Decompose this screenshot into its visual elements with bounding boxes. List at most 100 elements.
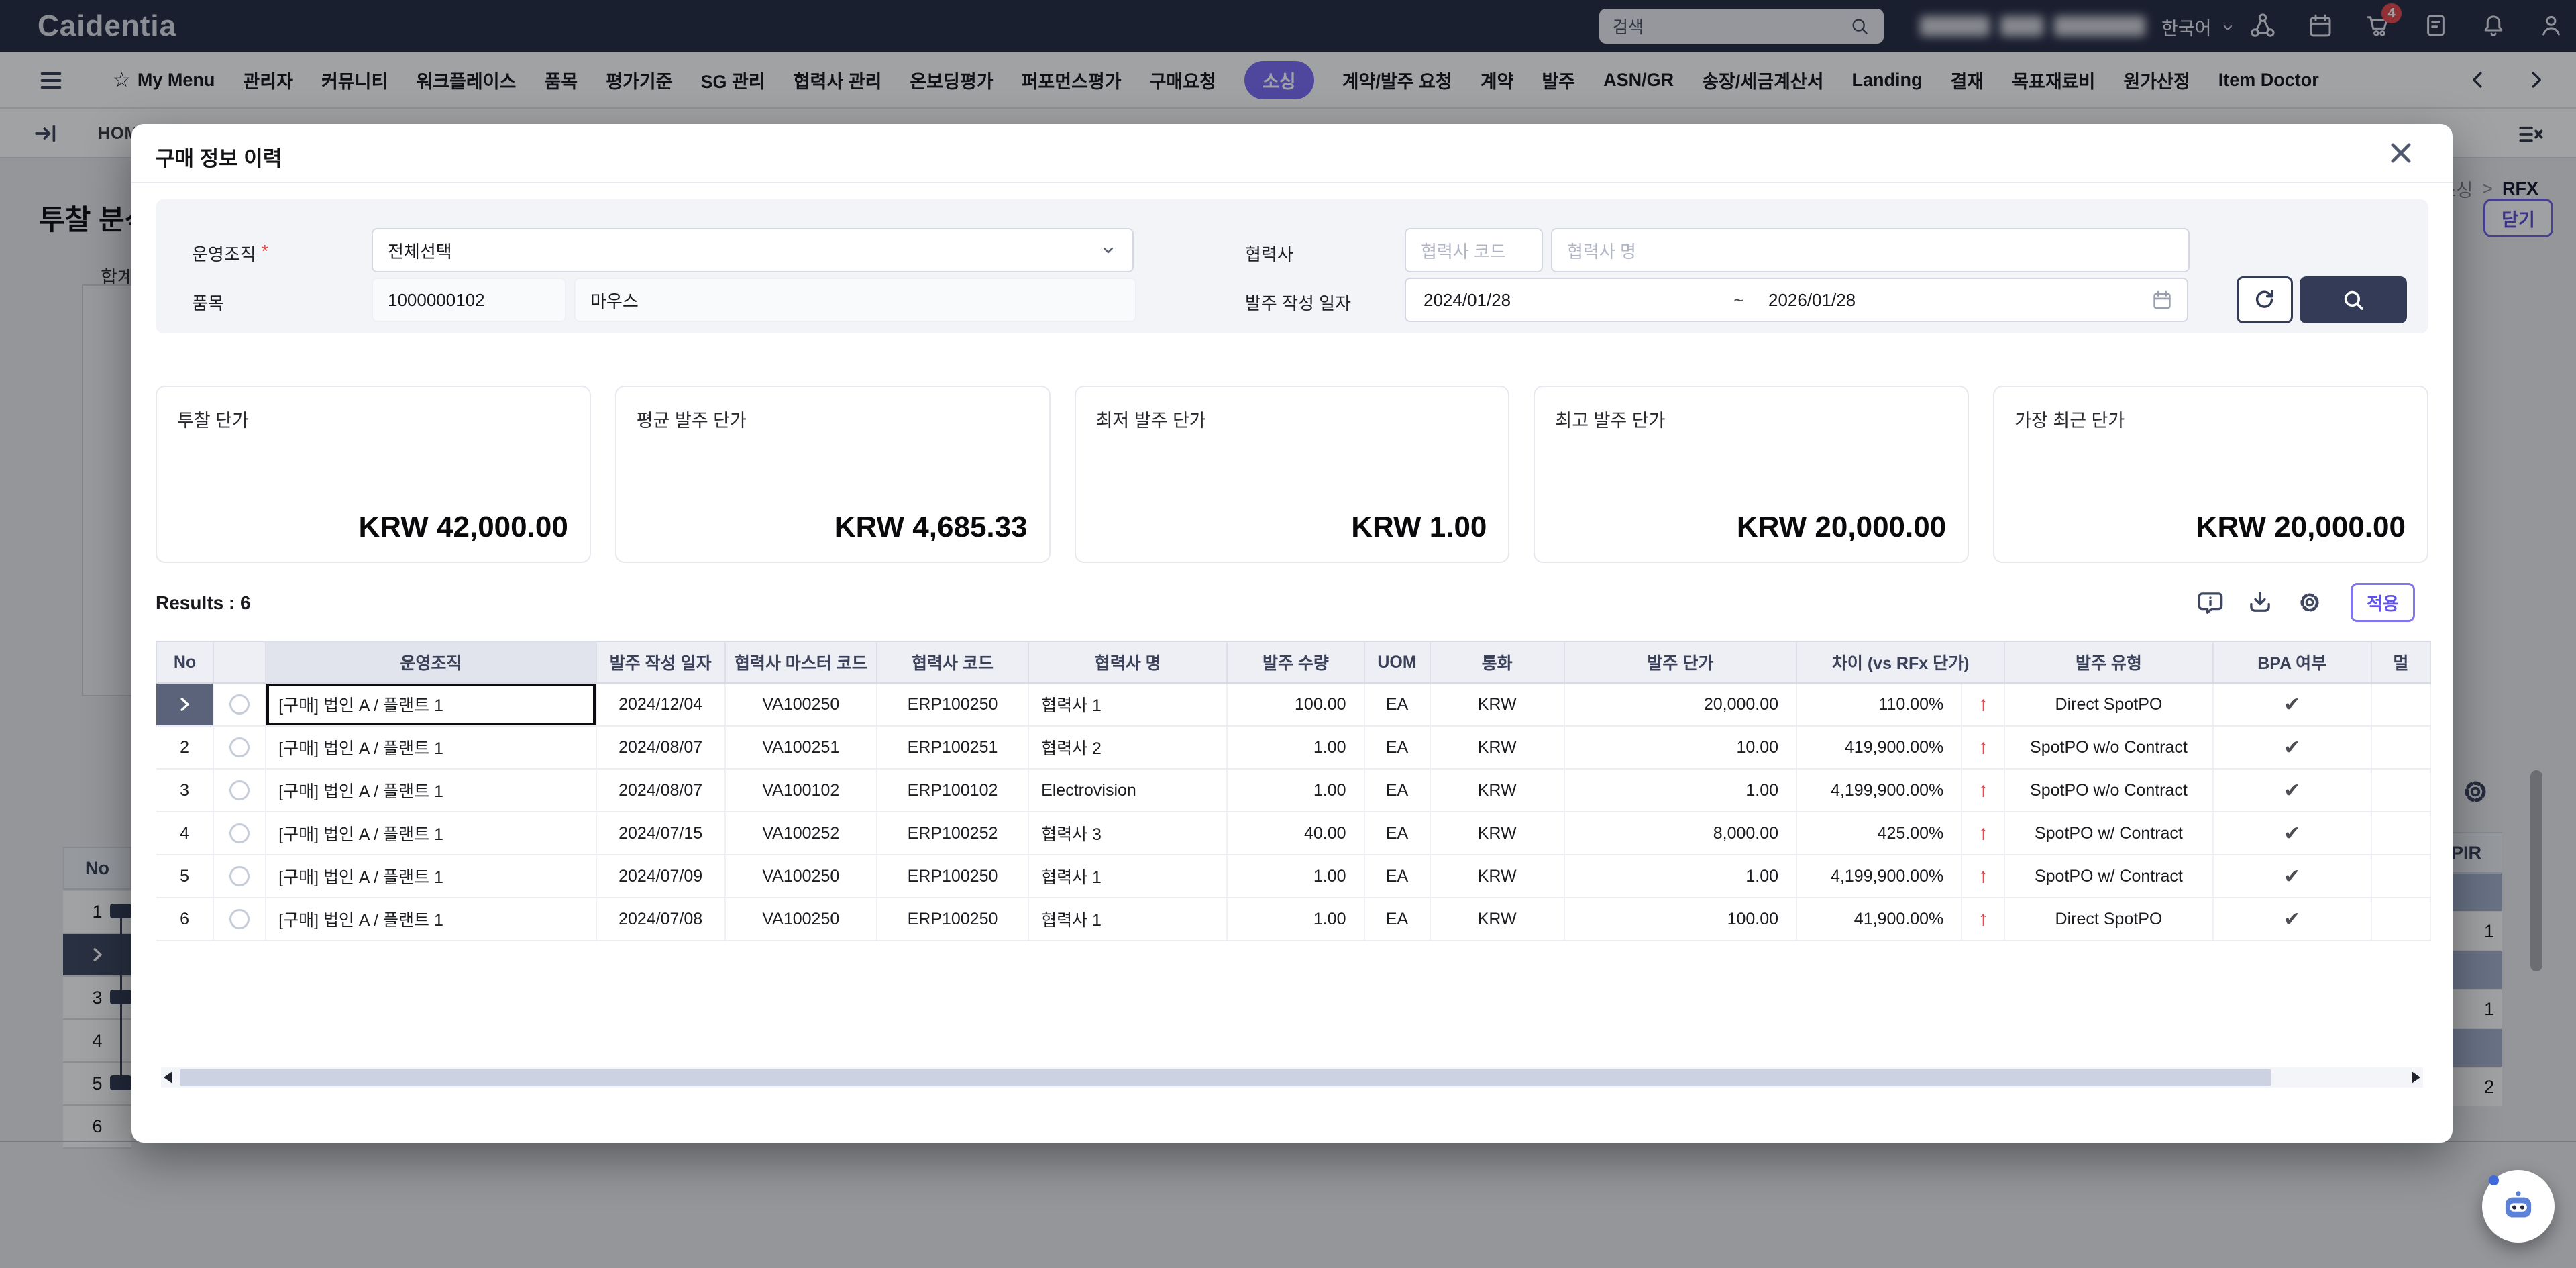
cell-extra [2371, 683, 2430, 726]
column-header-partner_name[interactable]: 협력사 명 [1028, 641, 1227, 683]
column-header-bpa[interactable]: BPA 여부 [2213, 641, 2371, 683]
column-header-currency[interactable]: 통화 [1430, 641, 1564, 683]
cell-partner_code: ERP100250 [877, 898, 1028, 941]
table-row[interactable]: 3[구매] 법인 A / 플랜트 12024/08/07VA100102ERP1… [156, 769, 2430, 812]
column-header-org[interactable]: 운영조직 [266, 641, 596, 683]
search-button[interactable] [2300, 276, 2407, 323]
cell-currency: KRW [1430, 855, 1564, 898]
kpi-label: 가장 최근 단가 [2015, 406, 2125, 432]
info-tooltip-icon[interactable] [2196, 588, 2224, 617]
cell-radio [213, 898, 266, 941]
close-icon[interactable] [2387, 139, 2415, 167]
bpa-checkmark-icon: ✔ [2284, 823, 2300, 845]
column-header-date[interactable]: 발주 작성 일자 [596, 641, 725, 683]
cell-org: [구매] 법인 A / 플랜트 1 [266, 898, 596, 941]
cell-diff: 41,900.00% [1796, 898, 1962, 941]
cell-partner_name: 협력사 3 [1028, 812, 1227, 855]
cell-bpa: ✔ [2213, 726, 2371, 769]
table-row[interactable]: 4[구매] 법인 A / 플랜트 12024/07/15VA100252ERP1… [156, 812, 2430, 855]
scroll-left-arrow[interactable] [164, 1071, 172, 1084]
cell-currency: KRW [1430, 769, 1564, 812]
column-header-radio[interactable] [213, 641, 266, 683]
row-radio[interactable] [229, 823, 250, 843]
cell-date: 2024/08/07 [596, 726, 725, 769]
bpa-checkmark-icon: ✔ [2284, 780, 2300, 802]
row-radio[interactable] [229, 866, 250, 886]
kpi-value: KRW 4,685.33 [835, 511, 1028, 544]
cell-po_type: SpotPO w/ Contract [2004, 855, 2212, 898]
cell-uom: EA [1364, 812, 1430, 855]
item-label: 품목 [192, 290, 224, 315]
download-icon[interactable] [2246, 588, 2274, 617]
cell-bpa: ✔ [2213, 855, 2371, 898]
order-date-range-input[interactable]: 2024/01/28 ~ 2026/01/28 [1405, 278, 2188, 322]
partner-code-input[interactable]: 협력사 코드 [1405, 228, 1543, 272]
cell-currency: KRW [1430, 898, 1564, 941]
cell-date: 2024/07/09 [596, 855, 725, 898]
kpi-card: 가장 최근 단가KRW 20,000.00 [1993, 386, 2428, 563]
cell-partner_name: 협력사 1 [1028, 898, 1227, 941]
partner-name-input[interactable]: 협력사 명 [1551, 228, 2190, 272]
column-header-extra[interactable]: 멀 [2371, 641, 2430, 683]
table-row[interactable]: 6[구매] 법인 A / 플랜트 12024/07/08VA100250ERP1… [156, 898, 2430, 941]
column-header-po_type[interactable]: 발주 유형 [2004, 641, 2212, 683]
grid-settings-gear-icon[interactable] [2296, 588, 2324, 617]
apply-button[interactable]: 적용 [2351, 583, 2415, 622]
cell-partner_code: ERP100102 [877, 769, 1028, 812]
kpi-card: 평균 발주 단가KRW 4,685.33 [615, 386, 1051, 563]
reset-button[interactable] [2237, 276, 2293, 323]
table-row[interactable]: 5[구매] 법인 A / 플랜트 12024/07/09VA100250ERP1… [156, 855, 2430, 898]
column-header-diff[interactable]: 차이 (vs RFx 단가) [1796, 641, 2004, 683]
cell-date: 2024/07/15 [596, 812, 725, 855]
cell-unit_price: 10.00 [1564, 726, 1796, 769]
cell-qty: 1.00 [1227, 769, 1364, 812]
cell-po_type: SpotPO w/o Contract [2004, 769, 2212, 812]
cell-currency: KRW [1430, 726, 1564, 769]
results-grid: No 운영조직발주 작성 일자협력사 마스터 코드협력사 코드협력사 명발주 수량… [156, 641, 2431, 941]
bpa-checkmark-icon: ✔ [2284, 908, 2300, 931]
robot-icon [2498, 1185, 2539, 1227]
cell-partner_name: Electrovision [1028, 769, 1227, 812]
grid-horizontal-scrollbar [161, 1067, 2423, 1088]
refresh-icon [2253, 288, 2277, 312]
cell-diff: 425.00% [1796, 812, 1962, 855]
column-header-uom[interactable]: UOM [1364, 641, 1430, 683]
table-row[interactable]: 2[구매] 법인 A / 플랜트 12024/08/07VA100251ERP1… [156, 726, 2430, 769]
partner-label: 협력사 [1245, 241, 1293, 266]
column-header-master_code[interactable]: 협력사 마스터 코드 [725, 641, 877, 683]
scrollbar-thumb[interactable] [180, 1069, 2271, 1086]
selected-row-chevron-icon [156, 683, 213, 726]
calendar-icon[interactable] [2151, 288, 2174, 311]
kpi-cards: 투찰 단가KRW 42,000.00평균 발주 단가KRW 4,685.33최저… [156, 386, 2428, 563]
bpa-checkmark-icon: ✔ [2284, 865, 2300, 888]
kpi-label: 최고 발주 단가 [1555, 406, 1665, 432]
cell-partner_code: ERP100252 [877, 812, 1028, 855]
cell-unit_price: 8,000.00 [1564, 812, 1796, 855]
cell-po_type: Direct SpotPO [2004, 683, 2212, 726]
cell-org: [구매] 법인 A / 플랜트 1 [266, 683, 596, 726]
cell-master_code: VA100251 [725, 726, 877, 769]
bpa-checkmark-icon: ✔ [2284, 737, 2300, 759]
org-select[interactable]: 전체선택 [372, 228, 1134, 272]
cell-bpa: ✔ [2213, 683, 2371, 726]
chatbot-button[interactable] [2482, 1170, 2555, 1243]
column-header-partner_code[interactable]: 협력사 코드 [877, 641, 1028, 683]
column-header-no[interactable]: No [156, 641, 213, 683]
table-row[interactable]: [구매] 법인 A / 플랜트 12024/12/04VA100250ERP10… [156, 683, 2430, 726]
kpi-value: KRW 42,000.00 [359, 511, 568, 544]
cell-unit_price: 20,000.00 [1564, 683, 1796, 726]
column-header-unit_price[interactable]: 발주 단가 [1564, 641, 1796, 683]
diff-up-arrow-icon: ↑ [1978, 865, 1988, 887]
cell-uom: EA [1364, 769, 1430, 812]
scroll-right-arrow[interactable] [2412, 1071, 2420, 1084]
column-header-qty[interactable]: 발주 수량 [1227, 641, 1364, 683]
grid-head: No 운영조직발주 작성 일자협력사 마스터 코드협력사 코드협력사 명발주 수량… [156, 641, 2430, 683]
cell-bpa: ✔ [2213, 812, 2371, 855]
cell-uom: EA [1364, 683, 1430, 726]
row-radio[interactable] [229, 737, 250, 757]
row-radio[interactable] [229, 780, 250, 800]
row-radio[interactable] [229, 909, 250, 929]
results-count: Results : 6 [156, 592, 251, 614]
row-radio[interactable] [229, 694, 250, 715]
cell-date: 2024/12/04 [596, 683, 725, 726]
